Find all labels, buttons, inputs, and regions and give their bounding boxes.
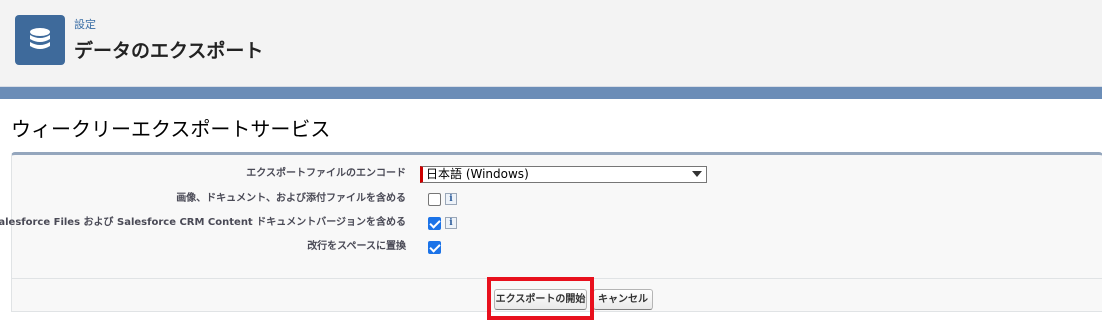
decorative-banner — [0, 87, 1102, 99]
highlight-box — [487, 277, 594, 320]
info-icon[interactable]: i — [445, 217, 457, 229]
page-header: 設定 データのエクスポート — [0, 0, 1102, 87]
encoding-select-value: 日本語 (Windows) — [426, 167, 529, 181]
include-files-checkbox[interactable] — [428, 217, 441, 230]
cancel-button[interactable]: キャンセル — [593, 289, 653, 310]
include-images-checkbox[interactable] — [428, 193, 441, 206]
include-files-label: Salesforce Files および Salesforce CRM Cont… — [0, 217, 406, 228]
include-images-row: 画像、ドキュメント、および添付ファイルを含める i — [12, 188, 1102, 210]
replace-newlines-row: 改行をスペースに置換 — [12, 236, 1102, 258]
info-icon[interactable]: i — [445, 193, 457, 205]
database-icon — [15, 15, 65, 65]
include-files-row: Salesforce Files および Salesforce CRM Cont… — [0, 212, 1102, 234]
replace-newlines-checkbox[interactable] — [428, 241, 441, 254]
include-images-label: 画像、ドキュメント、および添付ファイルを含める — [176, 193, 406, 204]
chevron-down-icon — [692, 171, 702, 177]
breadcrumb[interactable]: 設定 — [74, 16, 96, 32]
page-title: データのエクスポート — [74, 40, 264, 62]
replace-newlines-label: 改行をスペースに置換 — [307, 241, 406, 252]
encoding-label: エクスポートファイルのエンコード — [246, 168, 406, 179]
encoding-select[interactable]: 日本語 (Windows) — [420, 166, 707, 183]
encoding-row: エクスポートファイルのエンコード 日本語 (Windows) — [12, 163, 1102, 185]
section-title: ウィークリーエクスポートサービス — [11, 117, 331, 141]
